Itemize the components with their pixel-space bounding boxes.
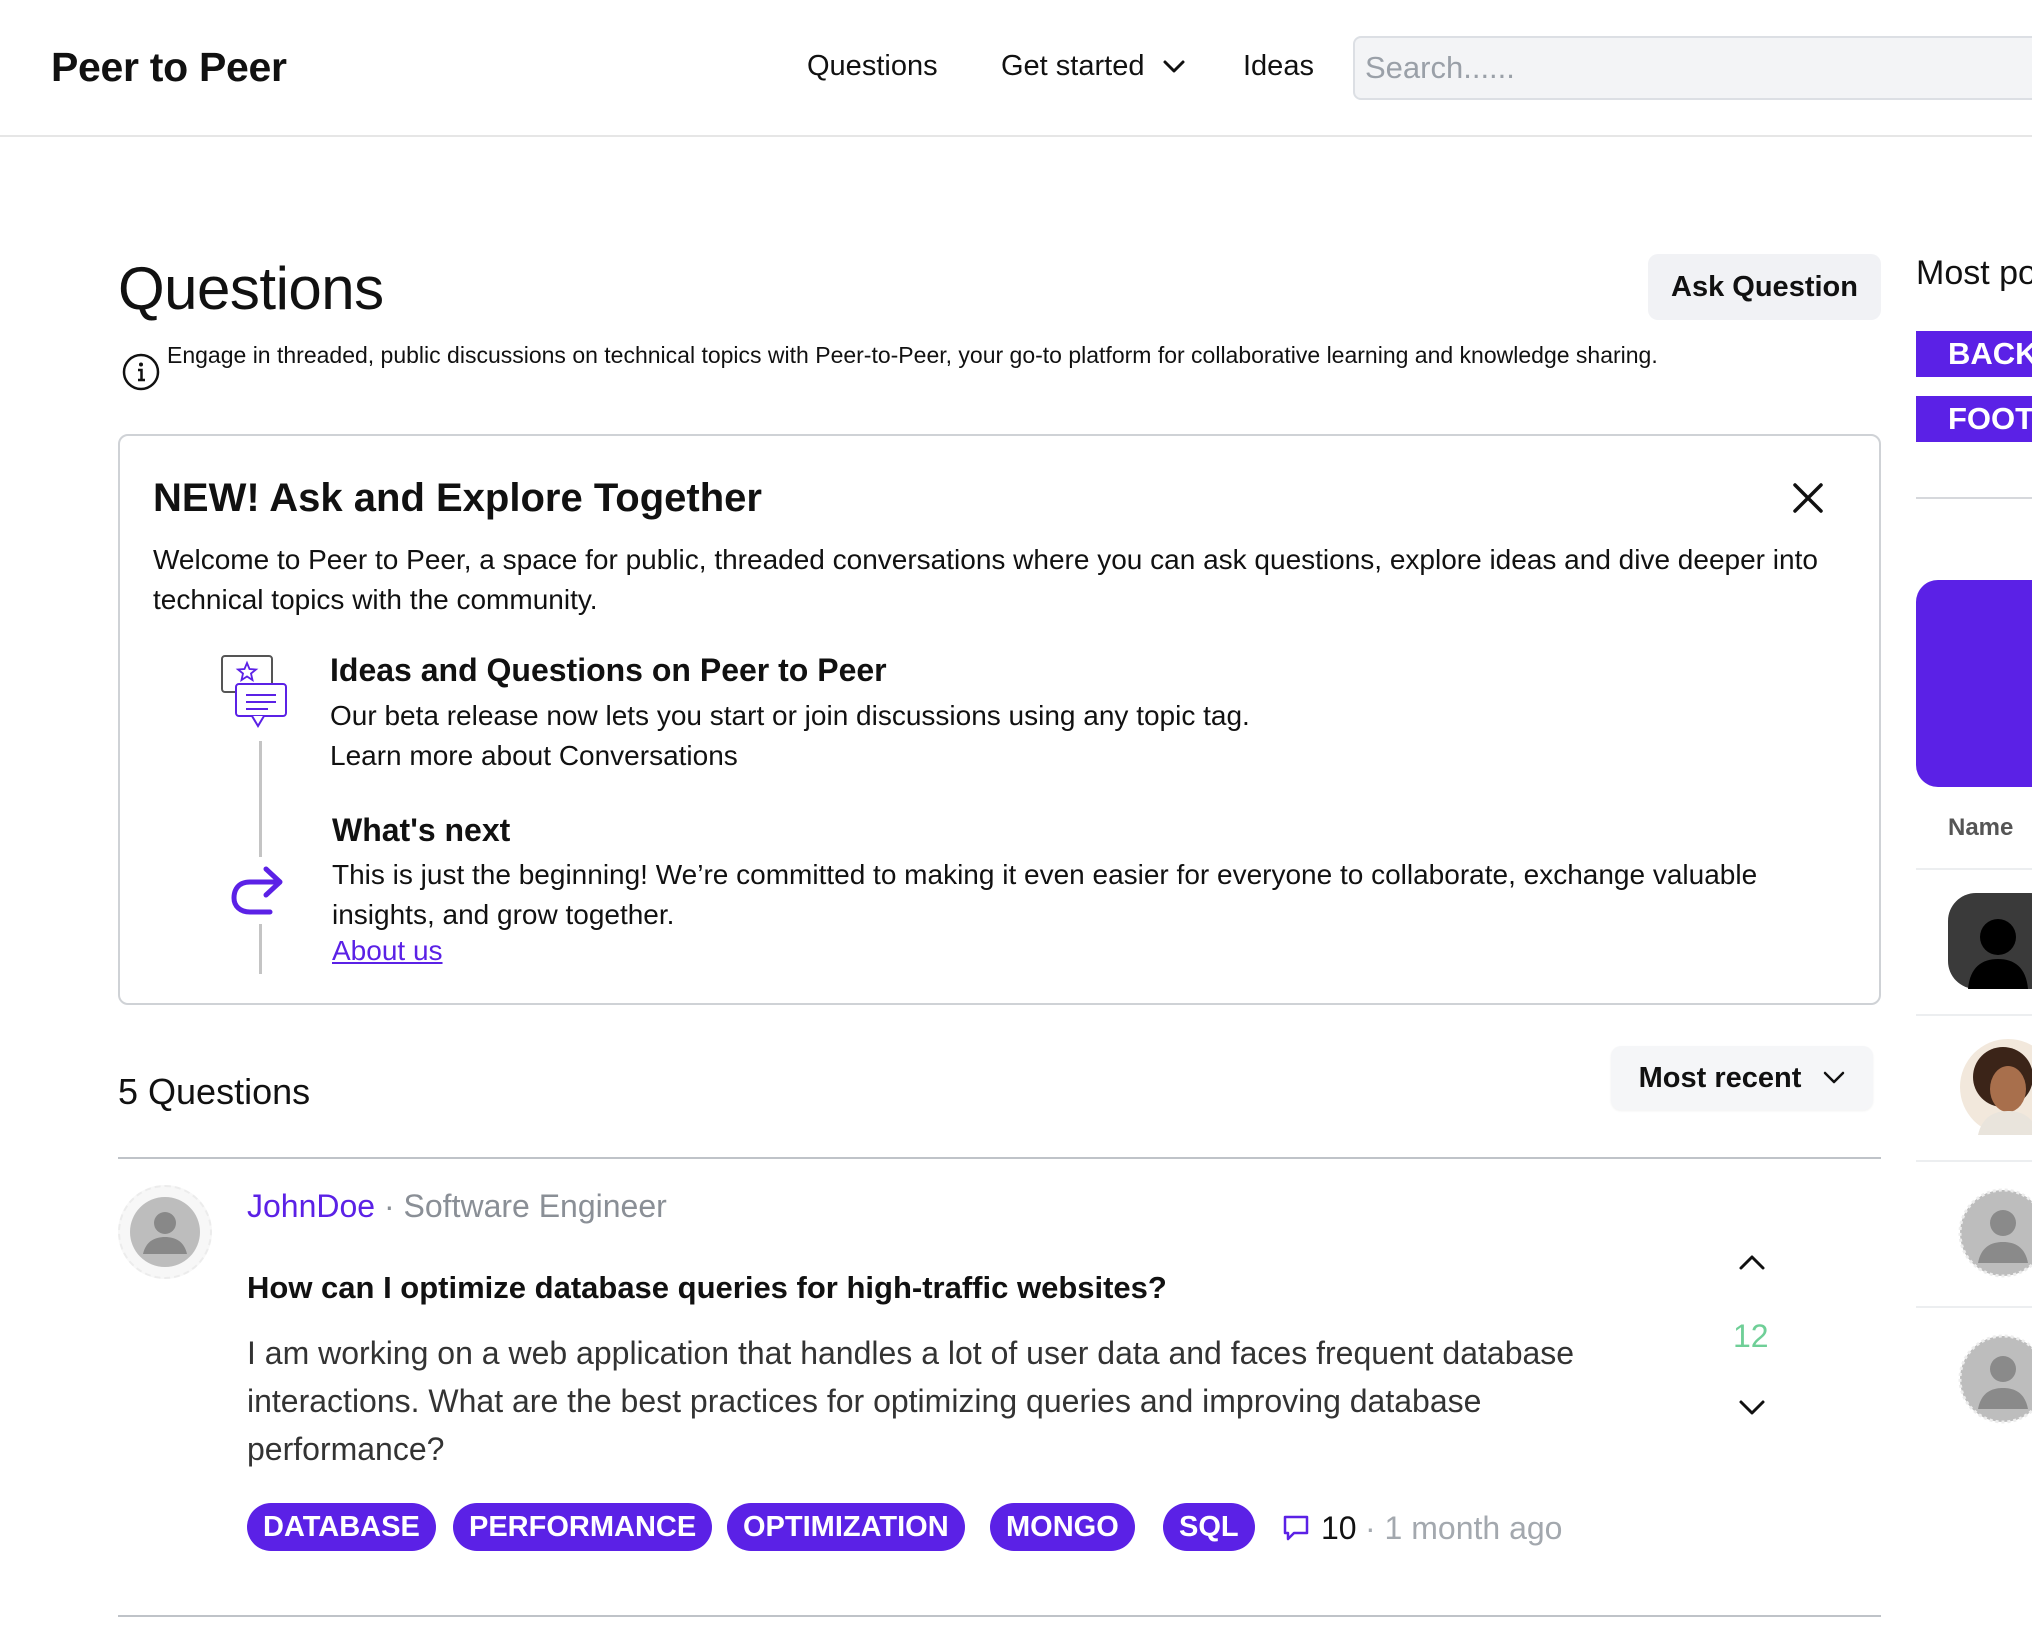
table-header-name: Name: [1948, 814, 2014, 841]
divider: [118, 1157, 1881, 1159]
ask-question-button[interactable]: Ask Question: [1648, 254, 1881, 320]
page-title: Questions: [118, 255, 384, 322]
search-box: [1353, 36, 2032, 100]
avatar[interactable]: [1948, 893, 2032, 989]
tag-database[interactable]: DATABASE: [247, 1503, 436, 1551]
feature-body: This is just the beginning! We’re commit…: [332, 859, 1758, 930]
feature-line: Our beta release now lets you start or j…: [330, 700, 1250, 731]
sort-label: Most recent: [1638, 1061, 1802, 1094]
downvote-icon[interactable]: [1736, 1396, 1768, 1420]
tag-mongo[interactable]: MONGO: [990, 1503, 1135, 1551]
sort-dropdown[interactable]: Most recent: [1611, 1046, 1873, 1110]
tag-performance[interactable]: PERFORMANCE: [453, 1503, 713, 1551]
avatar[interactable]: [1948, 1039, 2032, 1135]
tag-sql[interactable]: SQL: [1163, 1503, 1255, 1551]
chat-bubbles-icon: [221, 655, 287, 728]
comment-icon[interactable]: [1281, 1513, 1311, 1543]
avatar[interactable]: [118, 1185, 212, 1279]
feature-title: Ideas and Questions on Peer to Peer: [330, 652, 887, 688]
avatar[interactable]: [1948, 1331, 2032, 1427]
top-navbar: Peer to Peer Questions Get started Ideas: [0, 0, 2032, 137]
timestamp: · 1 month ago: [1365, 1510, 1563, 1546]
divider: [1916, 868, 2032, 870]
chevron-down-icon: [1163, 60, 1185, 72]
divider: [118, 1615, 1881, 1617]
feature-title: What's next: [332, 812, 511, 848]
divider: [1916, 1014, 2032, 1016]
chevron-down-icon: [1824, 1071, 1845, 1084]
question-author-line: JohnDoe · Software Engineer: [247, 1188, 667, 1225]
sidebar-banner: [1916, 580, 2032, 787]
search-input[interactable]: [1355, 38, 2032, 98]
user-placeholder-icon: [130, 1197, 200, 1267]
question-body: I am working on a web application that h…: [247, 1335, 1575, 1467]
author-name-link[interactable]: JohnDoe: [247, 1188, 375, 1224]
nav-get-started-dropdown[interactable]: Get started: [1001, 50, 1186, 83]
announcement-card: NEW! Ask and Explore Together Welcome to…: [118, 434, 1881, 1005]
timeline-connector: [259, 741, 262, 857]
sidebar-tag[interactable]: BACK: [1916, 331, 2032, 377]
page-description: Engage in threaded, public discussions o…: [167, 342, 1658, 368]
brand-logo[interactable]: Peer to Peer: [51, 44, 287, 91]
nav-ideas-link[interactable]: Ideas: [1243, 50, 1314, 83]
divider: [1916, 1306, 2032, 1308]
redo-arrow-icon: [231, 866, 283, 915]
sidebar-title: Most po: [1916, 254, 2032, 292]
avatar[interactable]: [1948, 1185, 2032, 1281]
feature-body: Our beta release now lets you start or j…: [330, 696, 1250, 776]
comment-count: 10: [1321, 1510, 1357, 1546]
author-role: Software Engineer: [403, 1188, 667, 1224]
about-us-link[interactable]: About us: [332, 935, 443, 967]
divider: [1916, 497, 2032, 499]
questions-count: 5 Questions: [118, 1071, 311, 1112]
nav-questions-link[interactable]: Questions: [807, 50, 938, 83]
announcement-description: Welcome to Peer to Peer, a space for pub…: [153, 544, 1818, 615]
announcement-title: NEW! Ask and Explore Together: [153, 476, 762, 520]
sidebar-tag[interactable]: FOOT: [1916, 396, 2032, 442]
feature-line: Learn more about Conversations: [330, 740, 738, 771]
question-title[interactable]: How can I optimize database queries for …: [247, 1270, 1167, 1306]
info-icon: [122, 353, 160, 391]
divider: [1916, 1160, 2032, 1162]
separator: ·: [383, 1188, 395, 1224]
timeline-connector: [259, 924, 262, 974]
tag-optimization[interactable]: OPTIMIZATION: [727, 1503, 965, 1551]
vote-count: 12: [1733, 1318, 1769, 1354]
nav-get-started-label: Get started: [1001, 50, 1145, 82]
close-icon[interactable]: [1788, 478, 1828, 518]
upvote-icon[interactable]: [1736, 1250, 1768, 1274]
